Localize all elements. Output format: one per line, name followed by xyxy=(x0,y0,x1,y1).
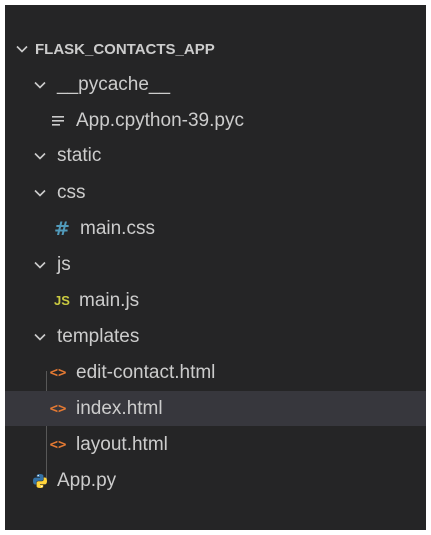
file-label: main.js xyxy=(79,290,140,311)
tree-file-pyc[interactable]: App.cpython-39.pyc xyxy=(5,103,426,138)
folder-label: js xyxy=(57,254,71,275)
folder-label: css xyxy=(57,182,86,203)
chevron-down-icon[interactable] xyxy=(31,328,49,346)
tree-file-edit-contact-html[interactable]: <> edit-contact.html xyxy=(5,355,426,390)
lines-file-icon xyxy=(49,112,67,130)
tree-folder-css[interactable]: css xyxy=(5,175,426,210)
tree-folder-templates[interactable]: templates xyxy=(5,319,426,354)
folder-label: templates xyxy=(57,326,140,347)
chevron-down-icon[interactable] xyxy=(31,147,49,165)
html-icon: <> xyxy=(49,400,67,417)
file-label: main.css xyxy=(80,218,155,239)
tree-folder-pycache[interactable]: __pycache__ xyxy=(5,67,426,102)
html-icon: <> xyxy=(49,364,67,381)
file-label: App.py xyxy=(57,470,117,491)
tree-file-layout-html[interactable]: <> layout.html xyxy=(5,427,426,462)
tree-file-index-html[interactable]: <> index.html xyxy=(5,391,426,426)
file-explorer: FLASK_CONTACTS_APP __pycache__ App.cpyth… xyxy=(5,5,426,530)
chevron-down-icon[interactable] xyxy=(13,40,31,58)
tree-file-app-py[interactable]: App.py xyxy=(5,463,426,498)
explorer-root-header[interactable]: FLASK_CONTACTS_APP xyxy=(5,32,426,66)
file-label: App.cpython-39.pyc xyxy=(76,110,244,131)
explorer-root-label: FLASK_CONTACTS_APP xyxy=(35,40,215,58)
html-icon: <> xyxy=(49,436,67,453)
folder-label: static xyxy=(57,145,102,166)
tree-file-main-css[interactable]: # main.css xyxy=(5,211,426,246)
chevron-down-icon[interactable] xyxy=(31,76,49,94)
tree-folder-static[interactable]: static xyxy=(5,138,426,173)
js-icon: JS xyxy=(54,293,70,308)
tree-file-main-js[interactable]: JS main.js xyxy=(5,283,426,318)
file-label: index.html xyxy=(76,398,163,419)
tree-folder-js[interactable]: js xyxy=(5,247,426,282)
folder-label: __pycache__ xyxy=(57,74,171,95)
python-icon xyxy=(31,472,49,490)
chevron-down-icon[interactable] xyxy=(31,184,49,202)
hash-icon: # xyxy=(54,217,70,240)
file-label: edit-contact.html xyxy=(76,362,216,383)
chevron-down-icon[interactable] xyxy=(31,256,49,274)
file-label: layout.html xyxy=(76,434,168,455)
